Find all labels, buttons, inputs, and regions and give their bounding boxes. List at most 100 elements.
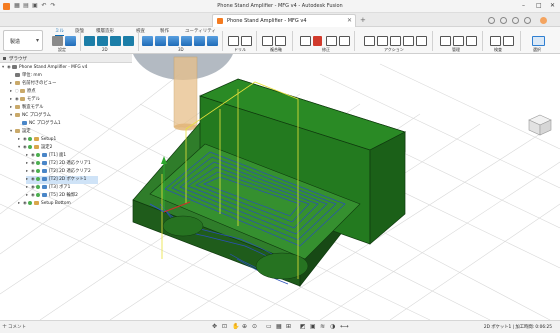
new-tab-icon[interactable]: + bbox=[360, 16, 366, 24]
3d-adaptive-icon[interactable] bbox=[142, 36, 153, 46]
steep-shallow-icon[interactable] bbox=[168, 36, 179, 46]
close-button[interactable]: ✕ bbox=[550, 2, 555, 9]
setup-tool-icon[interactable] bbox=[52, 36, 63, 46]
tree-item-models[interactable]: ▸ ◉ モデル bbox=[10, 96, 40, 104]
tree-item-face1[interactable]: ▸ ◉ [T1] 面1 bbox=[26, 152, 66, 160]
tab-additive[interactable]: 積層造形 bbox=[96, 28, 114, 34]
orbit-icon[interactable]: ✥ bbox=[212, 323, 217, 330]
zoom-icon[interactable]: ⊕ bbox=[242, 323, 247, 330]
tree-item-manufacturing-models[interactable]: ▸ 製造モデル bbox=[10, 104, 43, 112]
tree-item-2d-contour2[interactable]: ▸ ◉ [T5] 2D 輪郭2 bbox=[26, 192, 78, 200]
tree-item-2d-pocket1[interactable]: ▸ ◉ [T2] 2D ポケット1 bbox=[26, 176, 98, 184]
measure-icon[interactable]: ⟷ bbox=[340, 323, 349, 330]
stock-icon[interactable]: ▣ bbox=[310, 323, 316, 330]
tree-item-setups[interactable]: ▾ 設定 bbox=[10, 128, 31, 136]
trim-icon[interactable] bbox=[326, 36, 337, 46]
scissors-icon[interactable] bbox=[300, 36, 311, 46]
parallel-icon[interactable] bbox=[181, 36, 192, 46]
workspace-label: 製造 bbox=[10, 39, 21, 45]
tool-tip bbox=[174, 123, 197, 131]
look-at-icon[interactable]: ⊡ bbox=[222, 323, 227, 330]
operation-icon bbox=[42, 193, 47, 197]
bore-icon[interactable] bbox=[241, 36, 252, 46]
extensions-icon[interactable] bbox=[488, 17, 495, 24]
zoom-window-icon[interactable]: ⊙ bbox=[252, 323, 257, 330]
drill-icon[interactable] bbox=[228, 36, 239, 46]
toolpath-icon[interactable]: ≋ bbox=[320, 323, 325, 330]
viewports-icon[interactable]: ⊞ bbox=[286, 323, 291, 330]
notifications-icon[interactable] bbox=[512, 17, 519, 24]
display-settings-icon[interactable]: ▭ bbox=[266, 323, 272, 330]
add-comment-icon[interactable]: + bbox=[2, 323, 7, 330]
measure-icon[interactable] bbox=[490, 36, 501, 46]
units-icon bbox=[15, 73, 20, 77]
tree-item-label: [T1] 面1 bbox=[49, 153, 67, 158]
template-library-icon[interactable] bbox=[466, 36, 477, 46]
divider bbox=[292, 31, 293, 51]
post-process-icon[interactable] bbox=[390, 36, 401, 46]
minimize-button[interactable]: – bbox=[522, 2, 525, 9]
setup-icon bbox=[34, 201, 39, 205]
workpiece-part[interactable] bbox=[132, 78, 406, 288]
simulate-icon[interactable] bbox=[377, 36, 388, 46]
tree-item-nc-programs[interactable]: ▾ NC プログラム bbox=[10, 112, 51, 120]
help-icon[interactable] bbox=[524, 17, 531, 24]
swarf-icon[interactable] bbox=[275, 36, 286, 46]
2d-pocket-icon[interactable] bbox=[97, 36, 108, 46]
tab-utilities[interactable]: ユーティリティ bbox=[185, 28, 216, 34]
setup-stock-icon[interactable] bbox=[65, 36, 76, 46]
collapse-icon[interactable] bbox=[3, 57, 6, 60]
tree-item-nc-program1[interactable]: NC プログラム1 bbox=[22, 120, 61, 128]
document-icon bbox=[217, 18, 223, 24]
section-analysis-icon[interactable]: ◩ bbox=[300, 323, 306, 330]
interference-icon[interactable] bbox=[503, 36, 514, 46]
tree-item-origin[interactable]: ▸ ◌ 原点 bbox=[10, 88, 36, 96]
tree-item-root[interactable]: ▾ ◉ Phone Stand Amplifier - MFG v4 bbox=[2, 64, 87, 72]
tree-item-2d-adaptive1[interactable]: ▸ ◉ [T2] 2D 適応クリア1 bbox=[26, 160, 91, 168]
document-tab-label: Phone Stand Amplifier - MFG v4 bbox=[227, 18, 307, 24]
folder-icon bbox=[15, 129, 20, 133]
machine-library-icon[interactable] bbox=[453, 36, 464, 46]
tree-item-setup1[interactable]: ▸ ◉ Setup1 bbox=[18, 136, 56, 144]
face-icon[interactable] bbox=[110, 36, 121, 46]
scallop-icon[interactable] bbox=[194, 36, 205, 46]
tree-item-label: 設定2 bbox=[41, 145, 53, 150]
nc-program-icon[interactable] bbox=[416, 36, 427, 46]
2d-adaptive-icon[interactable] bbox=[84, 36, 95, 46]
generate-icon[interactable] bbox=[364, 36, 375, 46]
tab-fabrication[interactable]: 製作 bbox=[160, 28, 169, 34]
tree-item-label: NC プログラム bbox=[22, 113, 51, 118]
tree-item-bore1[interactable]: ▸ ◉ [T3] ボア1 bbox=[26, 184, 70, 192]
pin-icon[interactable]: ⇔ bbox=[9, 55, 128, 61]
operation-icon bbox=[42, 153, 47, 157]
tree-item-setup2[interactable]: ▾ ◉ 設定2 bbox=[18, 144, 52, 152]
document-tab[interactable]: Phone Stand Amplifier - MFG v4 ✕ bbox=[212, 14, 356, 27]
viewcube-widget[interactable] bbox=[528, 114, 552, 136]
2d-contour-icon[interactable] bbox=[123, 36, 134, 46]
tree-item-named-views[interactable]: ▸ 名前付きのビュー bbox=[10, 80, 56, 88]
delete-icon[interactable] bbox=[313, 36, 322, 46]
pan-icon[interactable]: ✋ bbox=[232, 323, 239, 330]
tree-item-setup-bottom[interactable]: ▸ ◉ Setup Bottom bbox=[18, 200, 71, 208]
contour-icon[interactable] bbox=[207, 36, 218, 46]
setup-sheet-icon[interactable] bbox=[403, 36, 414, 46]
user-avatar[interactable] bbox=[540, 17, 547, 24]
tree-item-2d-adaptive2[interactable]: ▸ ◉ [T2] 2D 適応クリア2 bbox=[26, 168, 91, 176]
tool-library-icon[interactable] bbox=[440, 36, 451, 46]
close-tab-icon[interactable]: ✕ bbox=[347, 17, 352, 24]
simulation-icon[interactable]: ◑ bbox=[330, 323, 335, 330]
pattern-icon[interactable] bbox=[339, 36, 350, 46]
workspace-switcher[interactable]: 製造 ▾ bbox=[3, 30, 43, 51]
grid-settings-icon[interactable]: ▦ bbox=[276, 323, 282, 330]
tree-item-label: [T2] 2D 適応クリア1 bbox=[49, 161, 91, 166]
multi-axis-icon[interactable] bbox=[262, 36, 273, 46]
group-label-drill: ドリル bbox=[234, 47, 246, 52]
tab-mill[interactable]: ミル bbox=[55, 28, 64, 36]
check-icon bbox=[28, 145, 32, 149]
tree-item-units[interactable]: 単位: mm bbox=[10, 72, 42, 80]
3d-pocket-icon[interactable] bbox=[155, 36, 166, 46]
select-icon[interactable] bbox=[532, 36, 545, 46]
job-status-icon[interactable] bbox=[500, 17, 507, 24]
maximize-button[interactable]: □ bbox=[536, 2, 542, 9]
tree-item-label: [T2] 2D 適応クリア2 bbox=[49, 169, 91, 174]
